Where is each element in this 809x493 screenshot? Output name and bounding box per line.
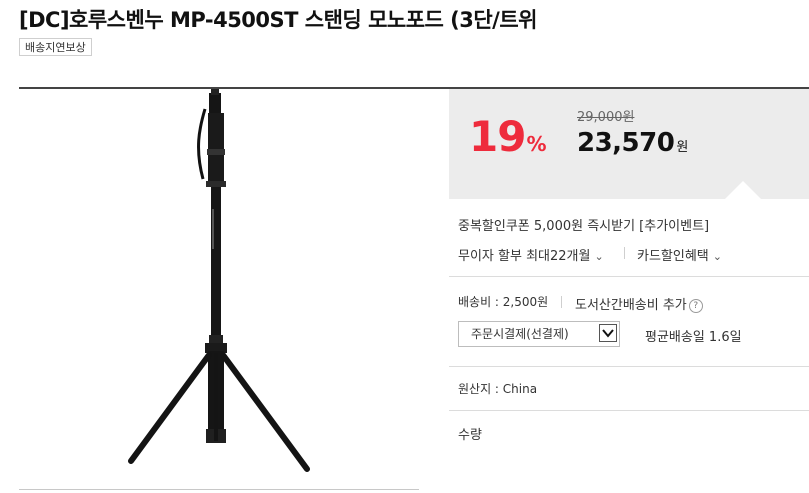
- section-divider: [449, 276, 809, 277]
- vertical-separator: [561, 296, 562, 308]
- payment-option-value: 주문시결제(선결제): [471, 327, 569, 341]
- sale-price-unit: 원: [676, 140, 689, 155]
- discount-number: 19: [469, 112, 526, 161]
- image-bottom-divider: [19, 489, 419, 490]
- original-price: 29,000원: [577, 110, 635, 125]
- monopod-illustration: [128, 89, 310, 472]
- installment-label: 무이자 할부 최대22개월: [458, 249, 591, 264]
- discount-percent-sign: %: [526, 132, 547, 156]
- sale-price-number: 23,570: [577, 128, 675, 158]
- sale-price: 23,570 원: [577, 128, 688, 158]
- island-shipping-fee: 도서산간배송비 추가?: [575, 294, 703, 313]
- product-title: [DC]호루스벤누 MP-4500ST 스탠딩 모노포드 (3단/트위: [19, 8, 538, 32]
- dropdown-arrow-icon[interactable]: [599, 324, 617, 342]
- island-shipping-label: 도서산간배송비 추가: [575, 298, 687, 313]
- card-discount-label: 카드할인혜택: [637, 249, 709, 264]
- average-delivery-days: 평균배송일 1.6일: [645, 330, 742, 345]
- chevron-down-icon: ⌄: [712, 250, 722, 263]
- origin-country: 원산지 : China: [458, 382, 538, 396]
- delivery-delay-badge: 배송지연보상: [19, 38, 92, 56]
- price-panel-notch: [724, 181, 762, 200]
- discount-rate: 19%: [469, 112, 547, 161]
- product-image[interactable]: [19, 89, 419, 489]
- card-discount-dropdown[interactable]: 카드할인혜택 ⌄: [637, 245, 722, 264]
- quantity-label: 수량: [458, 428, 482, 443]
- section-divider: [449, 410, 809, 411]
- coupon-link[interactable]: 중복할인쿠폰 5,000원 즉시받기 [추가이벤트]: [458, 215, 709, 234]
- vertical-separator: [624, 247, 625, 259]
- payment-option-select[interactable]: 주문시결제(선결제): [458, 321, 620, 347]
- installment-dropdown[interactable]: 무이자 할부 최대22개월 ⌄: [458, 245, 604, 264]
- shipping-fee: 배송비 : 2,500원: [458, 295, 549, 309]
- help-icon[interactable]: ?: [688, 299, 703, 313]
- chevron-down-icon: ⌄: [594, 250, 604, 263]
- section-divider: [449, 366, 809, 367]
